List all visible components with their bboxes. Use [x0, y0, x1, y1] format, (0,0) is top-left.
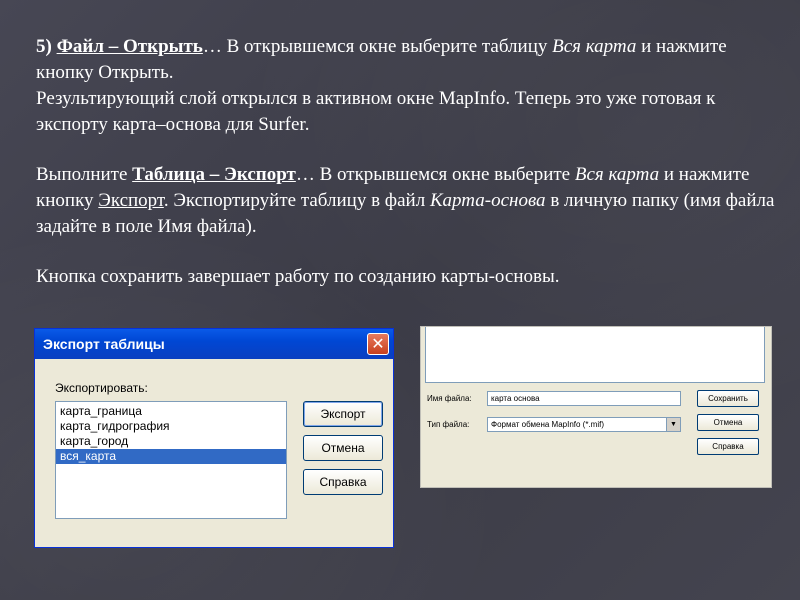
- menu-table-export: Таблица – Экспорт: [132, 164, 296, 185]
- text-segment: В открывшемся окне выберите таблицу: [226, 36, 553, 57]
- help-button[interactable]: Справка: [303, 469, 383, 495]
- paragraph-save: Кнопка сохранить завершает работу по соз…: [36, 266, 560, 287]
- text-segment: В открывшемся окне выберите: [314, 164, 575, 185]
- step-number: 5): [36, 36, 57, 57]
- list-item[interactable]: карта_город: [56, 434, 286, 449]
- cancel-button[interactable]: Отмена: [697, 414, 759, 431]
- paragraph-export: Выполните Таблица – Экспорт… В открывшем…: [36, 162, 776, 240]
- file-browser-area[interactable]: [425, 327, 765, 383]
- ellipsis: …: [202, 36, 227, 57]
- text-segment: Выполните: [36, 164, 133, 185]
- chevron-down-icon[interactable]: ▼: [666, 418, 680, 431]
- save-button[interactable]: Сохранить: [697, 390, 759, 407]
- menu-file-open: Файл – Открыть: [56, 36, 203, 57]
- paragraph-result: Результирующий слой открылся в активном …: [36, 88, 716, 135]
- filename-input[interactable]: карта основа: [487, 391, 681, 406]
- dialog-titlebar: Экспорт таблицы ✕: [35, 329, 393, 359]
- paragraph-open: 5) Файл – Открыть… В открывшемся окне вы…: [36, 34, 776, 86]
- table-name: Вся карта: [552, 36, 637, 57]
- export-button[interactable]: Экспорт: [303, 401, 383, 427]
- close-icon[interactable]: ✕: [367, 333, 389, 355]
- list-item-selected[interactable]: вся_карта: [56, 449, 286, 464]
- list-item[interactable]: карта_граница: [56, 404, 286, 419]
- file-name: Карта-основа: [429, 190, 546, 211]
- table-name: Вся карта: [574, 164, 660, 185]
- ellipsis: …: [295, 164, 315, 185]
- table-listbox[interactable]: карта_граница карта_гидрография карта_го…: [55, 401, 287, 519]
- filename-label: Имя файла:: [427, 394, 472, 403]
- filetype-value: Формат обмена MapInfo (*.mif): [491, 420, 604, 429]
- save-dialog-fragment: Имя файла: карта основа Тип файла: Форма…: [420, 326, 772, 488]
- cancel-button[interactable]: Отмена: [303, 435, 383, 461]
- list-item[interactable]: карта_гидрография: [56, 419, 286, 434]
- dialog-title: Экспорт таблицы: [43, 336, 165, 352]
- slide-body: 5) Файл – Открыть… В открывшемся окне вы…: [36, 34, 776, 290]
- export-label: Экспортировать:: [55, 381, 148, 395]
- export-table-dialog: Экспорт таблицы ✕ Экспортировать: карта_…: [34, 328, 394, 548]
- filetype-select[interactable]: Формат обмена MapInfo (*.mif) ▼: [487, 417, 681, 432]
- export-button-ref: Экспорт: [98, 190, 164, 211]
- help-button[interactable]: Справка: [697, 438, 759, 455]
- filetype-label: Тип файла:: [427, 420, 470, 429]
- text-segment: . Экспортируйте таблицу в файл: [163, 190, 430, 211]
